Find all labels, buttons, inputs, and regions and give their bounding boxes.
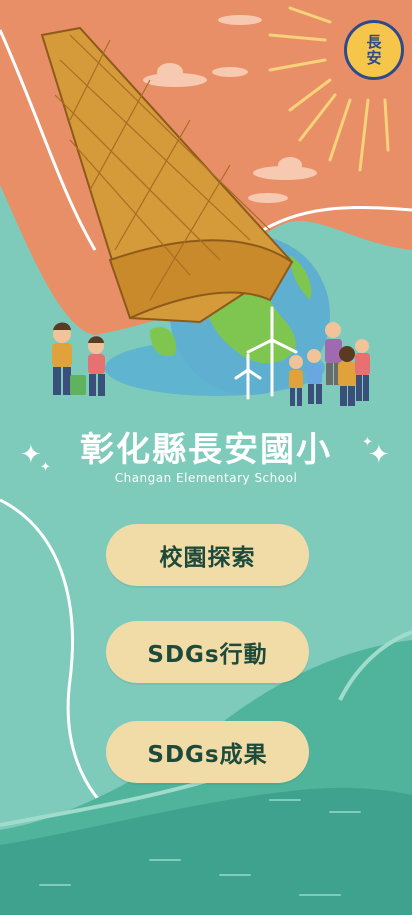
school-logo: 長安 xyxy=(344,20,404,80)
logo-text: 長安 xyxy=(366,33,382,67)
home-screen: 長安 ✦ ✦ ✦ ✦ 彰化縣長安國小 Changan Elementary Sc… xyxy=(0,0,412,915)
sdgs-action-button[interactable]: SDGs行動 xyxy=(106,621,309,683)
campus-explore-button[interactable]: 校園探索 xyxy=(106,524,309,586)
school-name-english: Changan Elementary School xyxy=(114,471,298,485)
school-name: 彰化縣長安國小 xyxy=(80,430,332,470)
sdgs-results-button[interactable]: SDGs成果 xyxy=(106,721,309,783)
